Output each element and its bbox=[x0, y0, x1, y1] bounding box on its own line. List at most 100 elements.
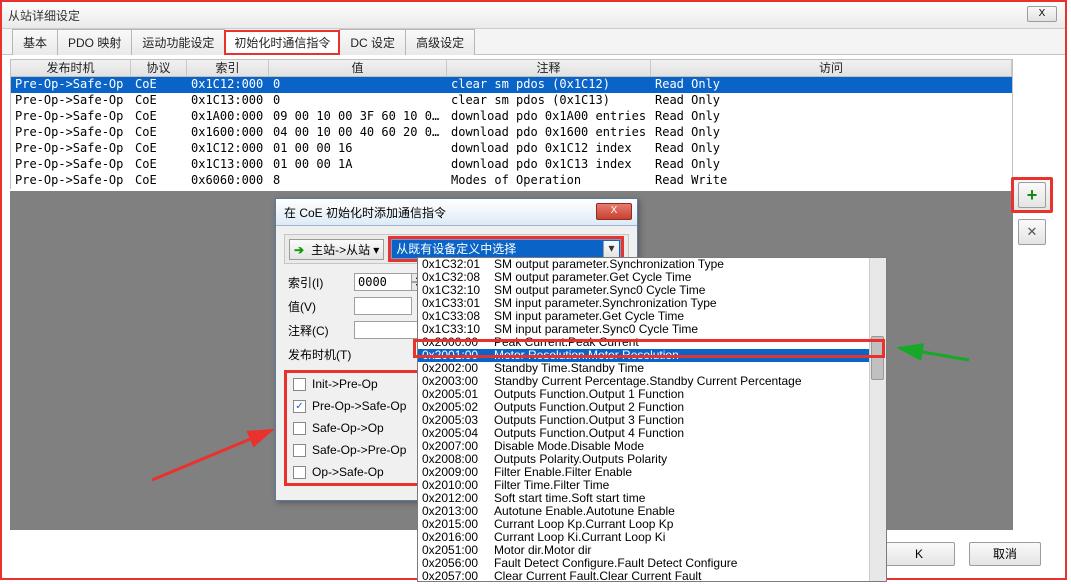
cell-idx: 0x6060:000 bbox=[187, 173, 269, 189]
grid-row[interactable]: Pre-Op->Safe-OpCoE0x1C12:00001 00 00 16d… bbox=[10, 141, 1013, 157]
cell-cmt: Modes of Operation bbox=[447, 173, 651, 189]
cell-prot: CoE bbox=[131, 157, 187, 173]
definition-dropdown[interactable]: 0x1C32:01SM output parameter.Synchroniza… bbox=[417, 257, 887, 582]
input-index[interactable] bbox=[354, 273, 412, 291]
cell-val: 01 00 00 1A bbox=[269, 157, 447, 173]
checkbox-icon bbox=[293, 422, 306, 435]
cell-acc: Read Only bbox=[651, 125, 1012, 141]
add-row-frame: + bbox=[1011, 177, 1053, 213]
h-val[interactable]: 值 bbox=[269, 60, 447, 76]
title-bar: 从站详细设定 X bbox=[2, 2, 1065, 29]
direction-label: 主站->从站 bbox=[311, 243, 370, 257]
check-label: Op->Safe-Op bbox=[312, 465, 384, 479]
dropdown-item[interactable]: 0x2016:00Currant Loop Ki.Currant Loop Ki bbox=[418, 531, 886, 544]
cell-time: Pre-Op->Safe-Op bbox=[11, 173, 131, 189]
dropdown-item[interactable]: 0x2001:00Motor Resolution.Motor Resoluti… bbox=[418, 349, 886, 362]
grid-row[interactable]: Pre-Op->Safe-OpCoE0x1C13:00001 00 00 1Ad… bbox=[10, 157, 1013, 173]
h-time[interactable]: 发布时机 bbox=[11, 60, 131, 76]
cell-idx: 0x1C13:000 bbox=[187, 93, 269, 109]
label-value: 值(V) bbox=[284, 298, 354, 315]
tab-motion[interactable]: 运动功能设定 bbox=[131, 29, 225, 55]
input-value[interactable] bbox=[354, 297, 412, 315]
direction-button[interactable]: ➔ 主站->从站 ▾ bbox=[289, 239, 384, 260]
cell-time: Pre-Op->Safe-Op bbox=[11, 125, 131, 141]
cell-cmt: download pdo 0x1C13 index bbox=[447, 157, 651, 173]
grid-row[interactable]: Pre-Op->Safe-OpCoE0x1600:00004 00 10 00 … bbox=[10, 125, 1013, 141]
cell-prot: CoE bbox=[131, 77, 187, 93]
h-prot[interactable]: 协议 bbox=[131, 60, 187, 76]
cell-cmt: download pdo 0x1600 entries bbox=[447, 125, 651, 141]
dropdown-value: Clear Current Fault.Clear Current Fault bbox=[494, 570, 886, 582]
tab-init-comm[interactable]: 初始化时通信指令 bbox=[224, 30, 340, 55]
dropdown-item[interactable]: 0x2057:00Clear Current Fault.Clear Curre… bbox=[418, 570, 886, 582]
dropdown-item[interactable]: 0x2008:00Outputs Polarity.Outputs Polari… bbox=[418, 453, 886, 466]
cell-val: 04 00 10 00 40 60 20 0… bbox=[269, 125, 447, 141]
cell-cmt: clear sm pdos (0x1C12) bbox=[447, 77, 651, 93]
h-acc[interactable]: 访问 bbox=[651, 60, 1012, 76]
grid-row[interactable]: Pre-Op->Safe-OpCoE0x1C12:0000clear sm pd… bbox=[10, 77, 1013, 93]
cell-cmt: download pdo 0x1A00 entries bbox=[447, 109, 651, 125]
dropdown-item[interactable]: 0x2005:04Outputs Function.Output 4 Funct… bbox=[418, 427, 886, 440]
tabs-row: 基本 PDO 映射 运动功能设定 初始化时通信指令 DC 设定 高级设定 bbox=[2, 29, 1065, 55]
checkbox-icon bbox=[293, 466, 306, 479]
arrow-right-icon: ➔ bbox=[294, 243, 304, 257]
dropdown-item[interactable]: 0x2009:00Filter Enable.Filter Enable bbox=[418, 466, 886, 479]
remove-row-button[interactable]: ✕ bbox=[1018, 219, 1046, 245]
grid-row[interactable]: Pre-Op->Safe-OpCoE0x1A00:00009 00 10 00 … bbox=[10, 109, 1013, 125]
check-label: Safe-Op->Op bbox=[312, 421, 384, 435]
dropdown-item[interactable]: 0x2010:00Filter Time.Filter Time bbox=[418, 479, 886, 492]
checkbox-icon bbox=[293, 378, 306, 391]
cell-idx: 0x1600:000 bbox=[187, 125, 269, 141]
cell-prot: CoE bbox=[131, 93, 187, 109]
h-idx[interactable]: 索引 bbox=[187, 60, 269, 76]
chevron-down-icon[interactable]: ▾ bbox=[603, 241, 619, 257]
combo-selected: 从既有设备定义中选择 bbox=[396, 242, 516, 256]
cell-prot: CoE bbox=[131, 173, 187, 189]
cell-time: Pre-Op->Safe-Op bbox=[11, 157, 131, 173]
cell-acc: Read Only bbox=[651, 109, 1012, 125]
chevron-down-icon: ▾ bbox=[373, 243, 379, 257]
grid-row[interactable]: Pre-Op->Safe-OpCoE0x6060:0008Modes of Op… bbox=[10, 173, 1013, 189]
cell-time: Pre-Op->Safe-Op bbox=[11, 93, 131, 109]
dropdown-key: 0x2057:00 bbox=[418, 570, 494, 582]
grid-header: 发布时机 协议 索引 值 注释 访问 bbox=[10, 59, 1013, 77]
cell-idx: 0x1A00:000 bbox=[187, 109, 269, 125]
label-timing: 发布时机(T) bbox=[284, 346, 354, 363]
cell-val: 0 bbox=[269, 93, 447, 109]
check-label: Safe-Op->Pre-Op bbox=[312, 443, 406, 457]
cell-acc: Read Only bbox=[651, 77, 1012, 93]
dropdown-item[interactable]: 0x1C33:10SM input parameter.Sync0 Cycle … bbox=[418, 323, 886, 336]
cell-time: Pre-Op->Safe-Op bbox=[11, 109, 131, 125]
cell-val: 0 bbox=[269, 77, 447, 93]
cell-idx: 0x1C12:000 bbox=[187, 77, 269, 93]
cell-val: 01 00 00 16 bbox=[269, 141, 447, 157]
dropdown-scrollbar[interactable] bbox=[869, 258, 886, 581]
h-cmt[interactable]: 注释 bbox=[447, 60, 651, 76]
dialog2-title-bar: 在 CoE 初始化时添加通信指令 X bbox=[276, 199, 637, 226]
add-row-button[interactable]: + bbox=[1018, 182, 1046, 208]
grid: 发布时机 协议 索引 值 注释 访问 Pre-Op->Safe-OpCoE0x1… bbox=[2, 55, 1065, 189]
cell-prot: CoE bbox=[131, 141, 187, 157]
close-button[interactable]: X bbox=[1027, 6, 1057, 22]
source-combo[interactable]: 从既有设备定义中选择 ▾ bbox=[391, 239, 621, 259]
checkbox-icon bbox=[293, 444, 306, 457]
window-title: 从站详细设定 bbox=[8, 7, 80, 24]
tab-dc[interactable]: DC 设定 bbox=[339, 29, 406, 55]
ok-button[interactable]: K bbox=[883, 542, 955, 566]
tab-pdo[interactable]: PDO 映射 bbox=[57, 29, 132, 55]
tab-advanced[interactable]: 高级设定 bbox=[405, 29, 475, 55]
cell-idx: 0x1C13:000 bbox=[187, 157, 269, 173]
scrollbar-thumb[interactable] bbox=[871, 336, 884, 380]
tab-basic[interactable]: 基本 bbox=[12, 29, 58, 55]
grid-row[interactable]: Pre-Op->Safe-OpCoE0x1C13:0000clear sm pd… bbox=[10, 93, 1013, 109]
dialog2-title: 在 CoE 初始化时添加通信指令 bbox=[284, 204, 446, 221]
footer-buttons: K 取消 bbox=[883, 542, 1041, 566]
cell-val: 8 bbox=[269, 173, 447, 189]
side-buttons: + ✕ bbox=[1011, 177, 1053, 245]
cancel-button[interactable]: 取消 bbox=[969, 542, 1041, 566]
check-label: Pre-Op->Safe-Op bbox=[312, 399, 406, 413]
dialog2-close-button[interactable]: X bbox=[596, 203, 632, 220]
cell-acc: Read Only bbox=[651, 93, 1012, 109]
cell-cmt: clear sm pdos (0x1C13) bbox=[447, 93, 651, 109]
cell-cmt: download pdo 0x1C12 index bbox=[447, 141, 651, 157]
